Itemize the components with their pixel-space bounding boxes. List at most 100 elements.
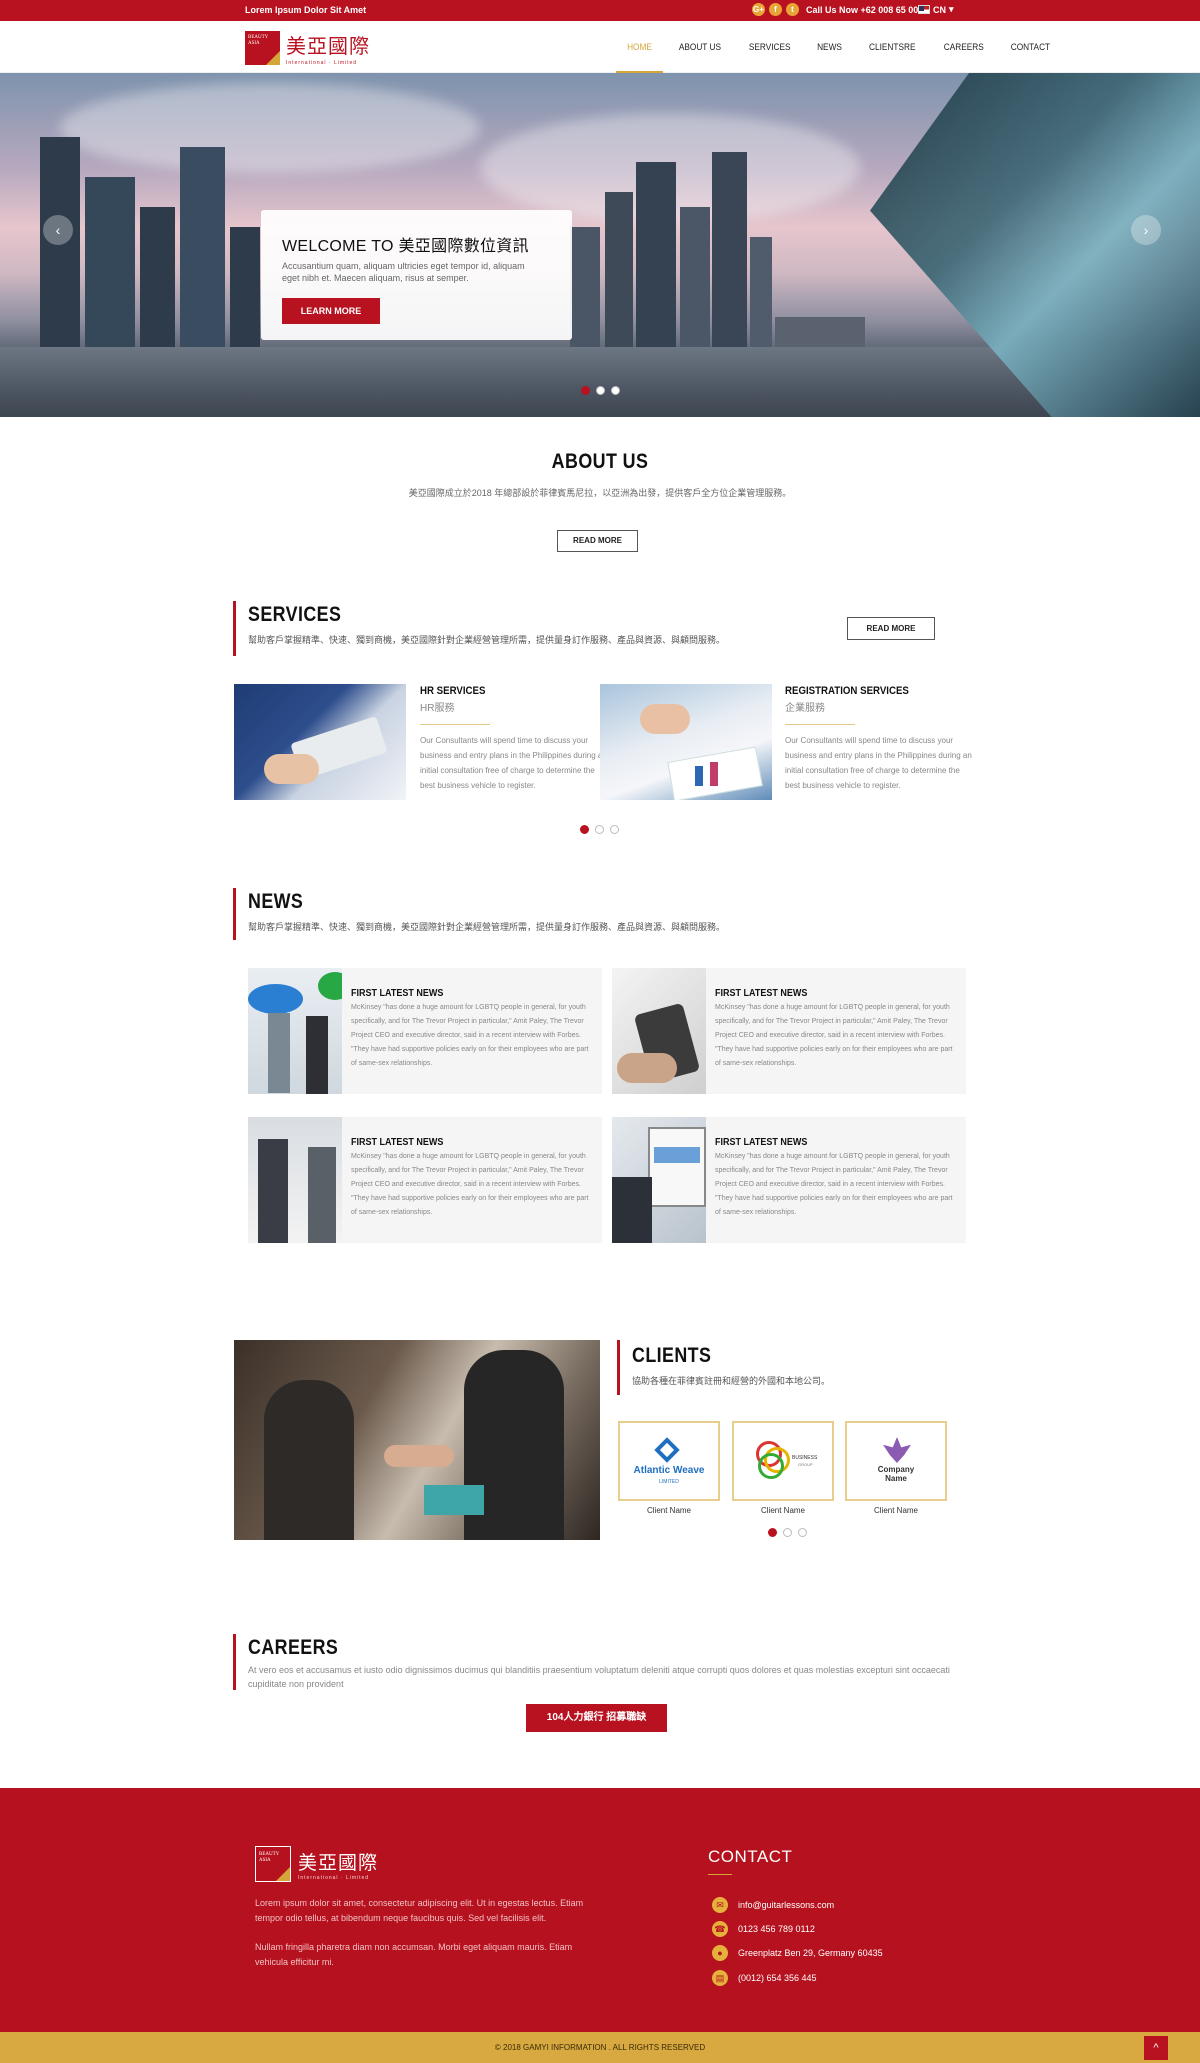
news-card[interactable]: FIRST LATEST NEWS McKinsey "has done a h… <box>248 968 602 1094</box>
about-read-more-button[interactable]: READ MORE <box>557 530 638 552</box>
hero-cloud <box>60 83 480 173</box>
slide-dot[interactable] <box>596 386 605 395</box>
careers-jobs-button[interactable]: 104人力銀行 招募職缺 <box>526 1704 667 1732</box>
slide-dot[interactable] <box>768 1528 777 1537</box>
client-logo-card[interactable]: Company Name <box>845 1421 947 1501</box>
hand-shape <box>617 1053 677 1083</box>
services-pagination <box>580 825 619 834</box>
news-title-text: FIRST LATEST NEWS <box>715 1137 808 1148</box>
slide-dot[interactable] <box>798 1528 807 1537</box>
clients-title: CLIENTS <box>632 1344 712 1367</box>
footer-logo-mark: BEAUTY ASIA <box>255 1846 291 1882</box>
client-logo-card[interactable]: BUSINESS GROUP <box>732 1421 834 1501</box>
contact-phone[interactable]: ☎ 0123 456 789 0112 <box>712 1921 815 1937</box>
person-shape <box>264 1380 354 1540</box>
hand-shape <box>264 754 319 784</box>
slide-dot[interactable] <box>611 386 620 395</box>
speech-bubble-shape <box>318 972 342 1000</box>
registration-services-subtitle: 企業服務 <box>785 703 825 714</box>
language-selector[interactable]: CN ▾ <box>918 4 954 15</box>
nav-contact[interactable]: CONTACT <box>1000 21 1061 73</box>
registration-services-card[interactable]: REGISTRATION SERVICES 企業服務 Our Consultan… <box>785 685 975 793</box>
footer-paragraph: Nullam fringilla pharetra diam non accum… <box>255 1942 573 1967</box>
nav-services[interactable]: SERVICES <box>738 21 802 73</box>
chart-shape <box>654 1147 700 1163</box>
handshake-shape <box>384 1445 454 1467</box>
news-header: NEWS 幫助客戶掌握精準、快速、獨到商機，美亞國際針對企業經營管理所需，提供量… <box>233 888 833 940</box>
nav-news[interactable]: NEWS <box>806 21 853 73</box>
google-plus-icon[interactable]: G+ <box>752 3 765 16</box>
hero-caption: WELCOME TO 美亞國際數位資訊 Accusantium quam, al… <box>261 210 572 340</box>
slide-dot[interactable] <box>783 1528 792 1537</box>
footer-logo-text: 美亞國際 <box>298 1852 379 1874</box>
site-header: BEAUTY ASIA 美亞國際 International · Limited… <box>0 21 1200 73</box>
news-title-text: FIRST LATEST NEWS <box>351 1137 444 1148</box>
hero-next-button[interactable]: › <box>1131 215 1161 245</box>
hero-prev-button[interactable]: ‹ <box>43 215 73 245</box>
site-logo[interactable]: BEAUTY ASIA 美亞國際 International · Limited <box>245 30 370 66</box>
divider <box>785 724 855 725</box>
about-section: ABOUT US 美亞國際成立於2018 年總部設於菲律賓馬尼拉，以亞洲為出發，… <box>0 450 1200 499</box>
person-shape <box>258 1139 288 1243</box>
news-subtitle: 幫助客戶掌握精準、快速、獨到商機，美亞國際針對企業經營管理所需，提供量身訂作服務… <box>248 922 726 932</box>
contact-address-text: Greenplatz Ben 29, Germany 60435 <box>738 1948 883 1958</box>
logo-subtitle: International · Limited <box>286 60 358 66</box>
site-footer: BEAUTY ASIA 美亞國際 International · Limited… <box>0 1788 1200 2032</box>
slide-dot[interactable] <box>595 825 604 834</box>
top-tagline: Lorem Ipsum Dolor Sit Amet <box>245 5 367 15</box>
location-pin-icon: ● <box>712 1945 728 1961</box>
facebook-icon[interactable]: f <box>769 3 782 16</box>
news-card[interactable]: FIRST LATEST NEWS McKinsey "has done a h… <box>612 1117 966 1243</box>
hero-building <box>85 177 135 347</box>
slide-dot[interactable] <box>610 825 619 834</box>
nav-careers[interactable]: CAREERS <box>932 21 994 73</box>
footer-logo-subtitle: International · Limited <box>298 1874 370 1881</box>
contact-address: ● Greenplatz Ben 29, Germany 60435 <box>712 1945 883 1961</box>
contact-email[interactable]: ✉ info@guitarlessons.com <box>712 1897 834 1913</box>
nav-clients[interactable]: CLIENTSRE <box>858 21 927 73</box>
hero-building <box>712 152 747 347</box>
clients-pagination <box>768 1528 807 1537</box>
speech-bubble-shape <box>248 984 303 1014</box>
news-image <box>612 968 706 1094</box>
client-logo-text: BUSINESS <box>792 1455 818 1461</box>
logo-mark: BEAUTY ASIA <box>245 31 280 65</box>
slide-dot[interactable] <box>581 386 590 395</box>
twitter-icon[interactable]: t <box>786 3 799 16</box>
news-image <box>248 1117 342 1243</box>
registration-services-image <box>600 684 772 800</box>
learn-more-button[interactable]: LEARN MORE <box>282 298 380 324</box>
services-read-more-button[interactable]: READ MORE <box>847 617 935 640</box>
footer-logo[interactable]: BEAUTY ASIA 美亞國際 International · Limited <box>255 1846 378 1882</box>
client-logo-subtext: LIMITED <box>659 1479 679 1485</box>
hero-building <box>750 237 772 347</box>
news-text: McKinsey "has done a huge amount for LGB… <box>351 1153 589 1216</box>
contact-fax-text: (0012) 654 356 445 <box>738 1973 817 1983</box>
copyright-bar: © 2018 GAMYI INFORMATION . ALL RIGHTS RE… <box>0 2032 1200 2063</box>
nav-home[interactable]: HOME <box>616 21 663 73</box>
hero-pagination <box>581 386 620 395</box>
slide-dot[interactable] <box>580 825 589 834</box>
main-nav: HOME ABOUT US SERVICES NEWS CLIENTSRE CA… <box>614 21 1064 73</box>
atlantic-weave-logo-icon <box>654 1437 680 1463</box>
about-text: 美亞國際成立於2018 年總部設於菲律賓馬尼拉，以亞洲為出發，提供客戶全方位企業… <box>408 488 792 498</box>
back-to-top-button[interactable]: ^ <box>1144 2036 1168 2060</box>
person-shape <box>306 1016 328 1094</box>
nav-about[interactable]: ABOUT US <box>668 21 732 73</box>
services-subtitle: 幫助客戶掌握精準、快速、獨到商機，美亞國際針對企業經營管理所需，提供量身訂作服務… <box>248 635 726 645</box>
table-object-shape <box>424 1485 484 1515</box>
social-links: G+ f t <box>752 3 799 16</box>
news-title-text: FIRST LATEST NEWS <box>351 988 444 999</box>
mail-icon: ✉ <box>712 1897 728 1913</box>
person-shape <box>308 1147 336 1243</box>
contact-fax: ▤ (0012) 654 356 445 <box>712 1970 817 1986</box>
news-card[interactable]: FIRST LATEST NEWS McKinsey "has done a h… <box>248 1117 602 1243</box>
clients-image <box>234 1340 600 1540</box>
chart-bar-shape <box>710 762 718 786</box>
hr-services-card[interactable]: HR SERVICES HR服務 Our Consultants will sp… <box>420 685 610 793</box>
news-card[interactable]: FIRST LATEST NEWS McKinsey "has done a h… <box>612 968 966 1094</box>
client-logo-card[interactable]: Atlantic Weave LIMITED <box>618 1421 720 1501</box>
services-header: SERVICES 幫助客戶掌握精準、快速、獨到商機，美亞國際針對企業經營管理所需… <box>233 601 833 656</box>
hr-services-title: HR SERVICES <box>420 685 486 697</box>
top-phone: Call Us Now +62 008 65 001 <box>806 5 924 15</box>
